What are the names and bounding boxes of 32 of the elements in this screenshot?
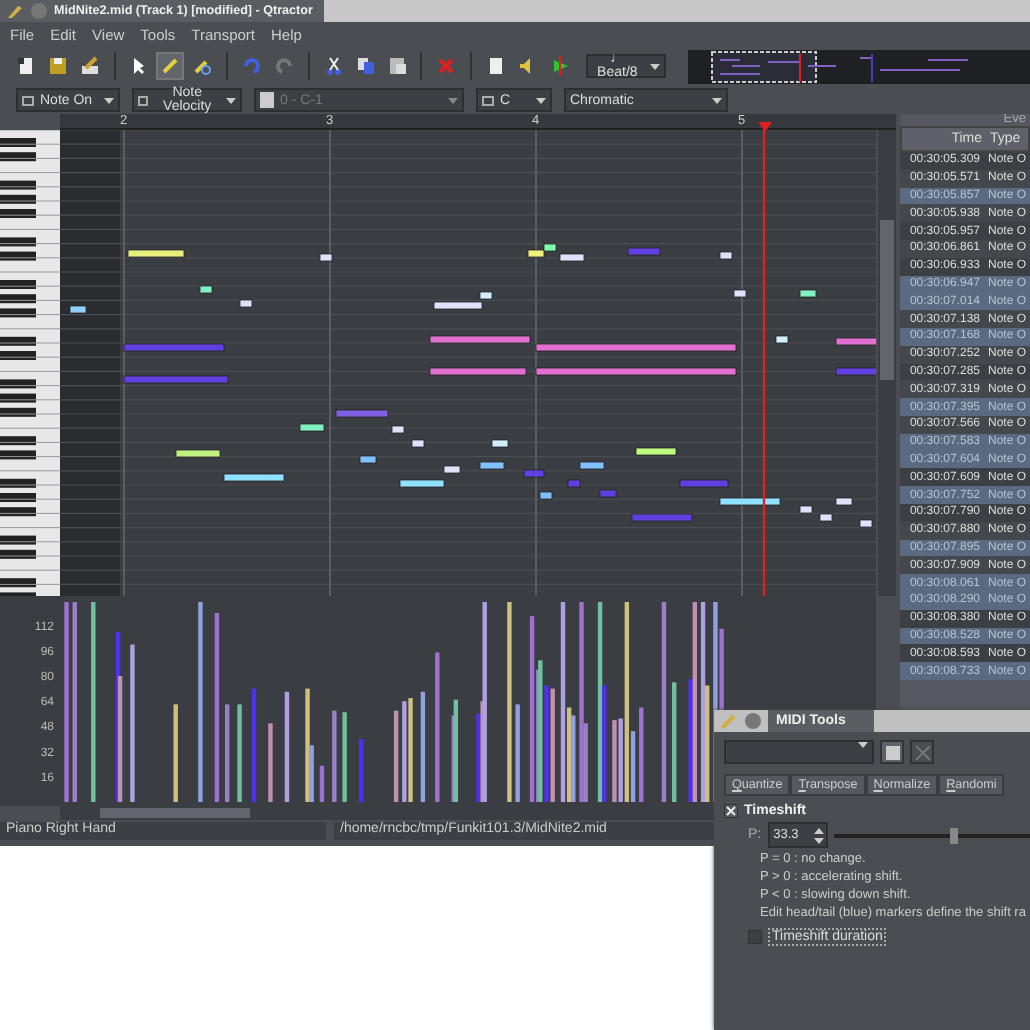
caret-icon: [649, 63, 660, 69]
cut-icon: [323, 56, 344, 76]
duration-checkbox[interactable]: [748, 930, 762, 944]
document-icon: [260, 92, 274, 108]
caret-icon: [858, 742, 868, 748]
pencil-button[interactable]: [156, 52, 185, 80]
pointer-icon: [128, 56, 149, 76]
erase-icon: [192, 56, 213, 76]
pencil-icon: [720, 712, 738, 730]
copy-icon: [355, 56, 376, 76]
undo-icon: [242, 56, 263, 76]
redo-icon: [273, 56, 294, 76]
save-icon: [47, 56, 68, 76]
pencil-icon: [160, 56, 181, 76]
piano-roll-notes-drawing[interactable]: [60, 129, 876, 596]
velocity-bars-drawing[interactable]: [64, 601, 724, 802]
save-preset-button[interactable]: [880, 740, 904, 764]
properties-icon: [79, 56, 100, 76]
vertical-scrollbar[interactable]: [878, 129, 896, 596]
caret-icon: [104, 97, 114, 103]
piano-keyboard[interactable]: [0, 129, 60, 596]
paste-icon: [387, 56, 407, 76]
timeshift-checkbox[interactable]: [724, 804, 738, 818]
caret-icon: [536, 97, 546, 103]
new-icon: [15, 56, 36, 76]
delete-icon: [436, 56, 457, 76]
play-icon: [549, 56, 570, 76]
page-icon: [486, 56, 507, 76]
spin-arrows-icon[interactable]: [813, 827, 824, 843]
caret-icon: [448, 97, 458, 103]
caret-icon: [226, 97, 236, 103]
caret-icon: [712, 97, 722, 103]
